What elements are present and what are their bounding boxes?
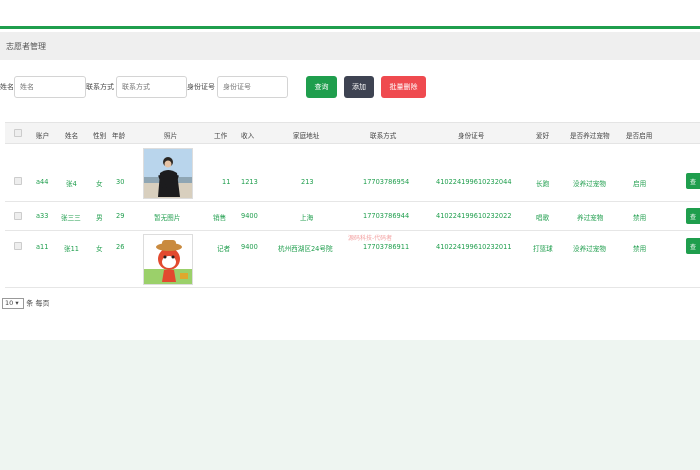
cell-job: 记者: [217, 245, 231, 253]
cell-name: 张11: [64, 245, 79, 253]
header-account: 账户: [36, 132, 50, 140]
row-checkbox[interactable]: [14, 177, 22, 185]
id-number-search-input[interactable]: [217, 76, 288, 98]
header-job: 工作: [214, 132, 228, 140]
cell-income: 9400: [241, 243, 258, 251]
name-search-input[interactable]: [14, 76, 86, 98]
page-size-select[interactable]: 10 ▾: [2, 298, 24, 309]
cell-account: a11: [36, 243, 49, 251]
footer-area: [0, 340, 700, 470]
cell-age: 30: [116, 178, 125, 186]
search-bar: 姓名 联系方式 身份证号 查询 添加 批量删除: [0, 74, 700, 100]
cell-gender: 男: [96, 214, 103, 222]
cell-name: 张4: [66, 180, 77, 188]
header-address: 家庭地址: [293, 132, 320, 140]
cell-age: 29: [116, 212, 125, 220]
cell-address: 213: [301, 178, 314, 186]
header-income: 收入: [241, 132, 255, 140]
person-photo-image: [144, 149, 192, 198]
cell-id-number: 410224199610232044: [436, 178, 512, 186]
cell-phone: 17703786944: [363, 212, 410, 220]
page-size-value: 10: [5, 299, 14, 307]
id-number-label: 身份证号: [187, 83, 215, 91]
cell-gender: 女: [96, 180, 103, 188]
cell-name: 张三三: [61, 214, 81, 222]
table-row: a44 张4 女 30 11 1213 213 17703786954 4102…: [5, 144, 700, 202]
watermark: 源码科技-代码者: [348, 235, 393, 242]
header-age: 年龄: [112, 132, 126, 140]
cell-address: 杭州西湖区24号院: [278, 245, 333, 253]
pagination: 10 ▾ 条 每页: [2, 298, 49, 309]
contact-label: 联系方式: [86, 83, 114, 91]
query-button[interactable]: 查询: [306, 76, 337, 98]
table-row: a33 张三三 男 29 暂无图片 销售 9400 上海 17703786944…: [5, 202, 700, 231]
header-hobby: 爱好: [536, 132, 550, 140]
cell-account: a33: [36, 212, 49, 220]
top-header-bar: [0, 0, 700, 29]
row-checkbox[interactable]: [14, 242, 22, 250]
header-pet: 是否养过宠物: [570, 132, 610, 140]
cell-phone: 17703786911: [363, 243, 410, 251]
cell-hobby: 长跑: [536, 180, 550, 188]
cell-pet: 没养过宠物: [573, 245, 606, 253]
table-header: 账户 姓名 性别 年龄 照片 工作 收入 家庭地址 联系方式 身份证号 爱好 是…: [5, 122, 700, 144]
cell-gender: 女: [96, 245, 103, 253]
header-enabled: 是否启用: [626, 132, 653, 140]
view-button[interactable]: 查: [686, 173, 700, 189]
add-button[interactable]: 添加: [344, 76, 374, 98]
cell-hobby: 唱歌: [536, 214, 550, 222]
header-name: 姓名: [65, 132, 79, 140]
header-photo: 照片: [164, 132, 178, 140]
name-label: 姓名: [0, 83, 14, 91]
cell-phone: 17703786954: [363, 178, 410, 186]
view-button[interactable]: 查: [686, 208, 700, 224]
cell-job: 11: [222, 178, 231, 186]
cell-id-number: 410224199610232022: [436, 212, 512, 220]
cell-income: 9400: [241, 212, 258, 220]
cell-account: a44: [36, 178, 49, 186]
header-gender: 性别: [93, 132, 107, 140]
page-size-suffix: 条 每页: [26, 299, 50, 308]
cell-id-number: 410224199610232011: [436, 243, 512, 251]
row-checkbox[interactable]: [14, 212, 22, 220]
cell-enabled: 禁用: [633, 214, 647, 222]
cell-pet: 养过宠物: [577, 214, 604, 222]
header-phone: 联系方式: [370, 132, 397, 140]
cell-pet: 没养过宠物: [573, 180, 606, 188]
page-title-bar: 志愿者管理: [0, 32, 700, 60]
page-title: 志愿者管理: [6, 42, 46, 51]
cell-enabled: 启用: [633, 180, 647, 188]
cell-job: 销售: [213, 214, 227, 222]
cell-no-photo: 暂无图片: [154, 214, 181, 222]
cartoon-photo: [143, 234, 193, 285]
cartoon-fox-image: [144, 235, 192, 284]
select-all-checkbox[interactable]: [14, 129, 22, 137]
contact-search-input[interactable]: [116, 76, 187, 98]
cell-age: 26: [116, 243, 125, 251]
person-photo: [143, 148, 193, 199]
view-button[interactable]: 查: [686, 238, 700, 254]
cell-income: 1213: [241, 178, 258, 186]
cell-address: 上海: [300, 214, 314, 222]
cell-hobby: 打篮球: [533, 245, 553, 253]
header-id-number: 身份证号: [458, 132, 485, 140]
batch-delete-button[interactable]: 批量删除: [381, 76, 426, 98]
cell-enabled: 禁用: [633, 245, 647, 253]
